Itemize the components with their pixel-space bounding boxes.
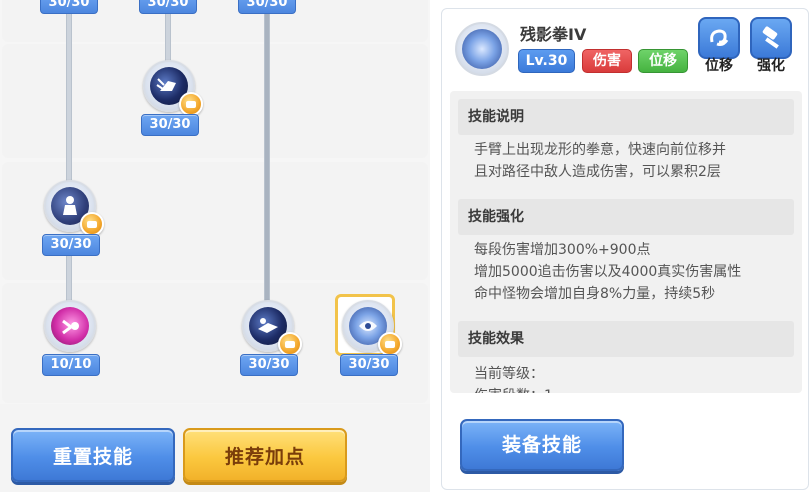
fist-badge-icon (179, 92, 203, 116)
skill-level-tag: Lv.30 (518, 49, 575, 73)
skill-level-pill: 30/30 (42, 234, 100, 256)
skill-detail-panel: 残影拳IV Lv.30 伤害 位移 位移 强化 技能说明 手臂上出现龙形的拳意，… (441, 8, 809, 490)
skill-orb (44, 300, 96, 352)
enhance-action-label: 强化 (757, 58, 785, 74)
fist-badge-icon (278, 332, 302, 356)
palm-strike-icon (51, 307, 89, 345)
move-action-label: 位移 (705, 58, 733, 74)
fist-badge-icon (80, 212, 104, 236)
damage-tag: 伤害 (582, 49, 632, 73)
skill-node-selected[interactable] (335, 294, 402, 356)
skill-level-pill: 30/30 (141, 114, 199, 136)
section-header: 技能说明 (458, 99, 794, 135)
swirl-icon (710, 29, 729, 46)
section-header: 技能效果 (458, 321, 794, 357)
skill-level-pill: 30/30 (240, 354, 298, 376)
skill-description-scroll[interactable]: 技能说明 手臂上出现龙形的拳意，快速向前位移并 且对路径中敌人造成伤害，可以累积… (450, 91, 802, 393)
skill-level-pill: 30/30 (238, 0, 296, 14)
skill-level-pill: 30/30 (340, 354, 398, 376)
movement-tag: 位移 (638, 49, 688, 73)
tree-connector (264, 0, 270, 315)
skill-node[interactable] (139, 56, 203, 116)
section-body: 手臂上出现龙形的拳意，快速向前位移并 且对路径中敌人造成伤害，可以累积2层 (474, 142, 726, 180)
skill-node[interactable] (238, 296, 302, 356)
skill-level-pill: 30/30 (139, 0, 197, 14)
skill-node[interactable] (40, 176, 104, 236)
skill-name: 残影拳IV (520, 25, 587, 44)
skill-level-pill: 10/10 (42, 354, 100, 376)
fist-badge-icon (378, 332, 402, 356)
tree-connector (66, 0, 72, 195)
skill-header-icon (455, 22, 509, 76)
section-header: 技能强化 (458, 199, 794, 235)
skill-level-pill: 30/30 (40, 0, 98, 14)
recommend-points-button[interactable]: 推荐加点 (183, 428, 347, 482)
skill-tree-panel: 30/30 30/30 30/30 30/30 30/30 10/10 30/3… (0, 0, 430, 404)
enhance-action-button[interactable] (750, 17, 792, 59)
reset-skills-button[interactable]: 重置技能 (11, 428, 175, 482)
equip-skill-button[interactable]: 装备技能 (460, 419, 624, 471)
hammer-icon (762, 26, 779, 49)
move-action-button[interactable] (698, 17, 740, 59)
section-body: 当前等级： 伤害段数：1 (474, 366, 553, 393)
section-body: 每段伤害增加300%+900点 增加5000追击伤害以及4000真实伤害属性 命… (474, 242, 742, 302)
shadow-fist-icon (462, 29, 502, 69)
skill-node[interactable] (40, 296, 100, 356)
